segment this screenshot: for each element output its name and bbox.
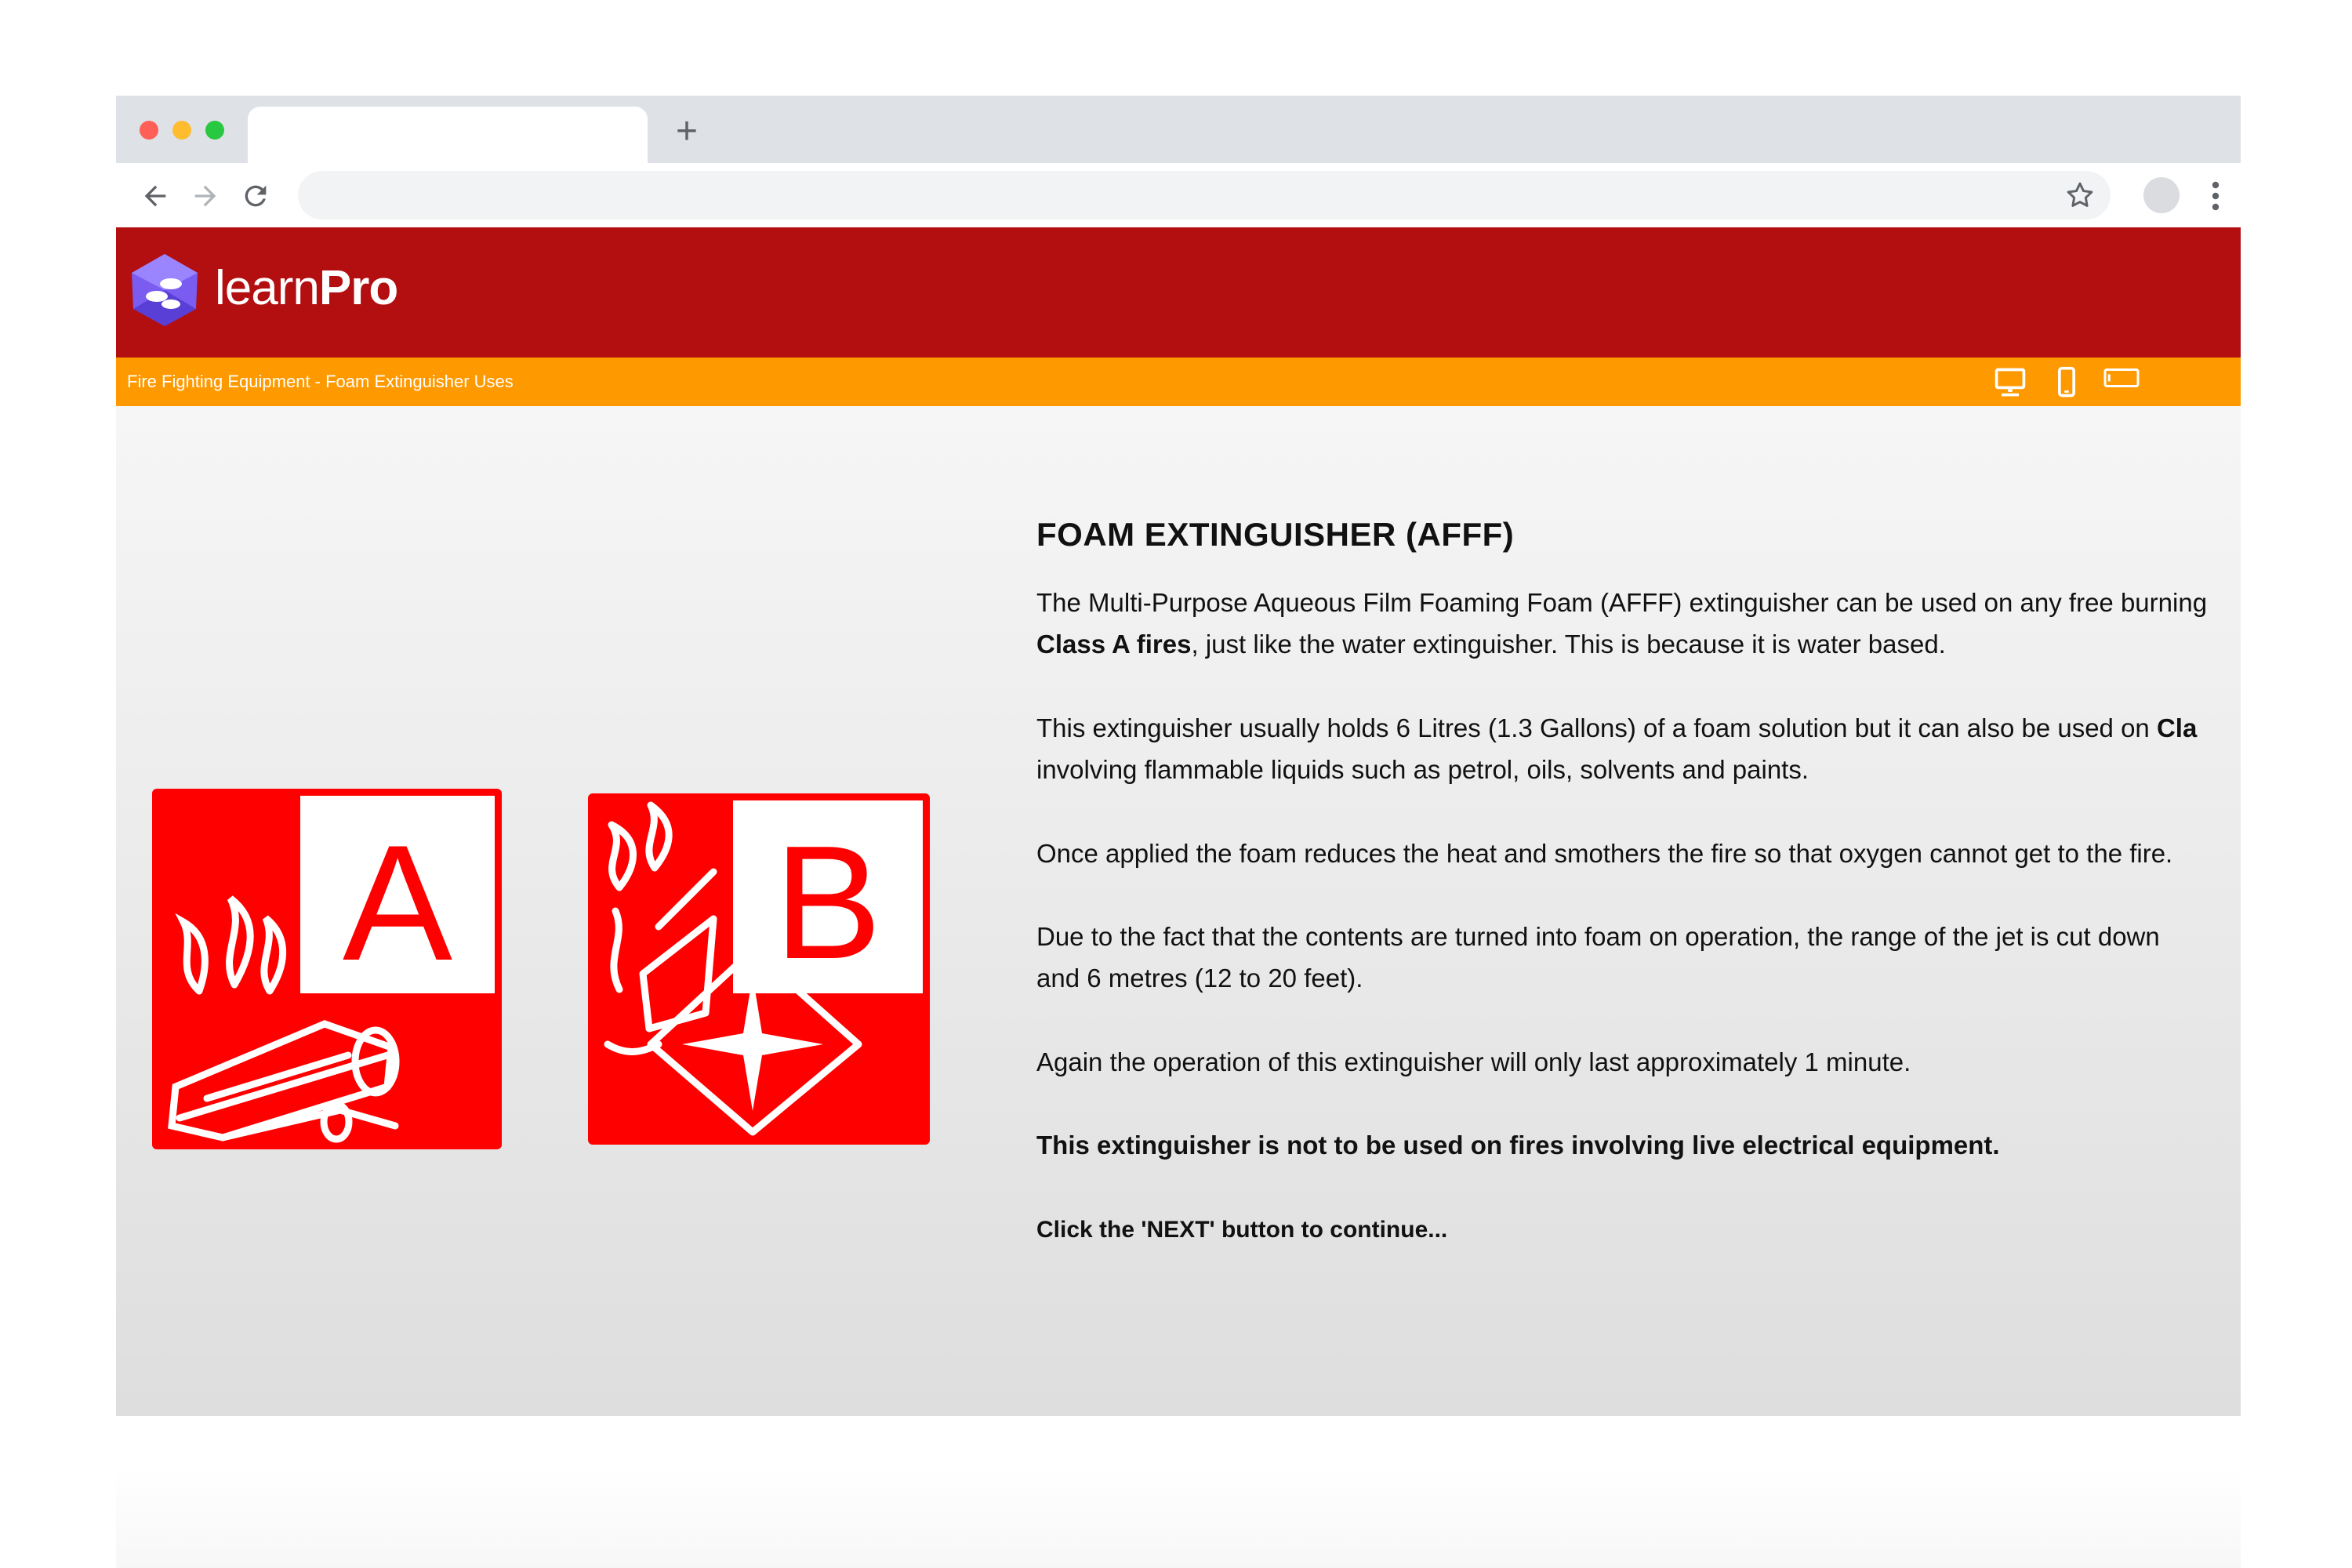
mobile-icon[interactable] — [2053, 365, 2081, 400]
forward-button[interactable] — [183, 174, 227, 218]
paragraph-class-b-line2: involving flammable liquids such as petr… — [1036, 755, 1809, 784]
reload-button[interactable] — [234, 174, 278, 218]
profile-avatar[interactable] — [2143, 177, 2180, 213]
minimize-window-button[interactable] — [172, 121, 191, 140]
class-b-bold-fragment: Cla — [2156, 713, 2198, 742]
class-a-letter: A — [343, 811, 452, 995]
browser-window: + learnPro Fire Fighting Equipment - Foa… — [116, 96, 2241, 1416]
close-window-button[interactable] — [140, 121, 158, 140]
address-bar[interactable] — [298, 171, 2111, 220]
class-b-fire-sign: B — [588, 793, 930, 1145]
learnpro-logo-icon — [132, 254, 198, 326]
logo-text-bold: Pro — [318, 261, 398, 315]
page-background-fade — [116, 1466, 2241, 1568]
star-icon[interactable] — [2063, 179, 2096, 212]
app-header: learnPro — [116, 227, 2241, 358]
paragraph-duration: Again the operation of this extinguisher… — [1036, 1047, 1911, 1076]
breadcrumb-bar: Fire Fighting Equipment - Foam Extinguis… — [116, 358, 2241, 406]
learnpro-logo-text: learnPro — [215, 260, 398, 317]
new-tab-button[interactable]: + — [665, 110, 709, 154]
reload-icon — [245, 185, 267, 207]
next-hint: Click the 'NEXT' button to continue... — [1036, 1217, 1448, 1243]
forward-arrow-icon — [194, 185, 216, 207]
paragraph-class-a-line1: The Multi-Purpose Aqueous Film Foaming F… — [1036, 588, 2208, 617]
paragraph-class-b: This extinguisher usually holds 6 Litres… — [1036, 707, 2197, 790]
active-tab[interactable] — [248, 107, 648, 163]
tablet-icon[interactable] — [2103, 364, 2140, 392]
lesson-content: A B FOAM EXTINGUISHER (AFFF) The Multi-P… — [116, 406, 2241, 1416]
paragraph-class-a-rest: , just like the water extinguisher. This… — [1191, 630, 1946, 659]
paragraph-class-a: The Multi-Purpose Aqueous Film Foaming F… — [1036, 582, 2207, 665]
maximize-window-button[interactable] — [205, 121, 224, 140]
lesson-text: FOAM EXTINGUISHER (AFFF) The Multi-Purpo… — [1036, 513, 2241, 1297]
class-a-fires-bold: Class A fires — [1036, 630, 1192, 659]
back-button[interactable] — [133, 174, 177, 218]
browser-toolbar — [116, 163, 2241, 227]
class-b-letter: B — [774, 812, 881, 993]
back-arrow-icon — [144, 185, 166, 207]
desktop-icon[interactable] — [1993, 365, 2027, 400]
paragraph-jet-range-line2: and 6 metres (12 to 20 feet). — [1036, 964, 1363, 993]
page-title: FOAM EXTINGUISHER (AFFF) — [1036, 516, 1515, 553]
class-a-fire-sign: A — [152, 789, 502, 1149]
paragraph-smothering: Once applied the foam reduces the heat a… — [1036, 839, 2173, 868]
paragraph-jet-range: Due to the fact that the contents are tu… — [1036, 916, 2160, 999]
tab-strip: + — [116, 96, 2241, 163]
logo-text-light: learn — [215, 261, 320, 315]
kebab-menu-icon[interactable] — [2194, 174, 2238, 218]
breadcrumb: Fire Fighting Equipment - Foam Extinguis… — [127, 372, 514, 391]
paragraph-jet-range-line1: Due to the fact that the contents are tu… — [1036, 922, 2160, 951]
paragraph-class-b-line1: This extinguisher usually holds 6 Litres… — [1036, 713, 2157, 742]
electrical-warning: This extinguisher is not to be used on f… — [1036, 1131, 2000, 1160]
